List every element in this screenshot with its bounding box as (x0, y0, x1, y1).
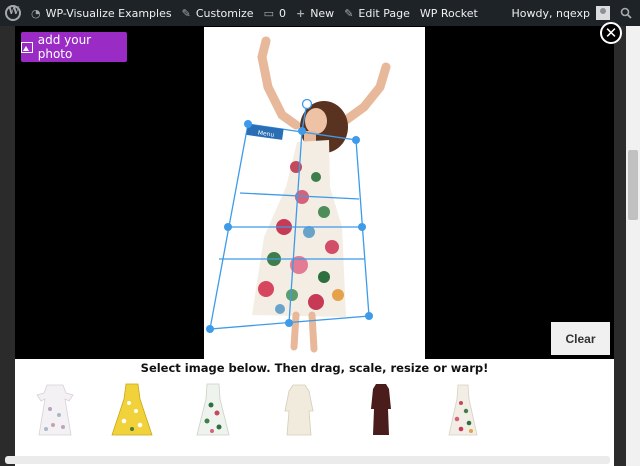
comment-bubble-icon: ▭ (263, 6, 274, 20)
model-face (305, 108, 327, 134)
search-button[interactable] (615, 0, 640, 26)
pencil-icon: ✎ (344, 6, 354, 20)
wordpress-logo-icon (5, 5, 21, 21)
warp-handle[interactable] (352, 136, 360, 144)
new-label: New (310, 6, 335, 20)
wp-rocket-label: WP Rocket (419, 6, 478, 20)
rotate-handle[interactable] (301, 98, 313, 110)
avatar (596, 6, 610, 20)
paintbrush-icon: ✎ (181, 6, 191, 20)
warp-handle[interactable] (365, 312, 373, 320)
dress-picker: Select image below. Then drag, scale, re… (15, 359, 614, 466)
warp-handle[interactable] (224, 223, 232, 231)
customize-link[interactable]: ✎ Customize (177, 0, 259, 26)
yellow-floral-dress-icon[interactable] (102, 381, 162, 439)
model-left-arm (257, 36, 301, 130)
close-icon: ✕ (604, 23, 618, 42)
wp-logo-button[interactable] (0, 0, 26, 26)
comments-count: 0 (278, 6, 286, 20)
cream-dress-icon[interactable] (269, 381, 329, 439)
new-content-link[interactable]: + New (291, 0, 339, 26)
plus-icon: + (295, 6, 306, 20)
model-right-arm (337, 62, 391, 128)
image-icon (21, 41, 33, 53)
page-edge-left (0, 26, 15, 466)
admin-bar: ◔ WP-Visualize Examples ✎ Customize ▭ 0 … (0, 0, 640, 26)
comments-link[interactable]: ▭ 0 (259, 0, 291, 26)
page-scrollbar[interactable] (626, 26, 640, 466)
warp-handle[interactable] (285, 319, 293, 327)
greeting-label: Howdy, nqexp (511, 6, 590, 20)
close-button[interactable]: ✕ (600, 22, 622, 44)
account-menu[interactable]: Howdy, nqexp (506, 0, 615, 26)
site-name-label: WP-Visualize Examples (45, 6, 172, 20)
model-left-leg (290, 311, 300, 351)
burgundy-dress-icon[interactable] (351, 381, 411, 439)
dashboard-icon: ◔ (31, 6, 41, 20)
floral-strap-dress-icon[interactable] (433, 381, 493, 439)
model-photo-canvas: Menu (206, 36, 391, 353)
add-photo-button[interactable]: add your photo (21, 32, 127, 62)
model-photo: Menu (204, 27, 425, 359)
white-floral-dress-icon[interactable] (25, 381, 85, 439)
picker-scrollbar[interactable] (5, 456, 610, 464)
page-scrollbar-thumb[interactable] (628, 150, 638, 220)
clear-button[interactable]: Clear (551, 322, 610, 355)
warp-handle[interactable] (244, 120, 252, 128)
green-floral-dress-icon[interactable] (183, 381, 243, 439)
customize-label: Customize (195, 6, 254, 20)
warp-handle[interactable] (298, 127, 306, 135)
warp-handle[interactable] (206, 325, 214, 333)
site-name-link[interactable]: ◔ WP-Visualize Examples (26, 0, 177, 26)
warp-handle[interactable] (358, 223, 366, 231)
edit-page-label: Edit Page (358, 6, 410, 20)
edit-page-link[interactable]: ✎ Edit Page (339, 0, 415, 26)
picker-title: Select image below. Then drag, scale, re… (140, 361, 489, 375)
search-icon (620, 7, 632, 19)
add-photo-label: add your photo (37, 33, 92, 61)
wp-rocket-link[interactable]: WP Rocket (415, 0, 483, 26)
page-edge-right (614, 26, 626, 466)
warp-tag-label: Menu (257, 129, 274, 138)
